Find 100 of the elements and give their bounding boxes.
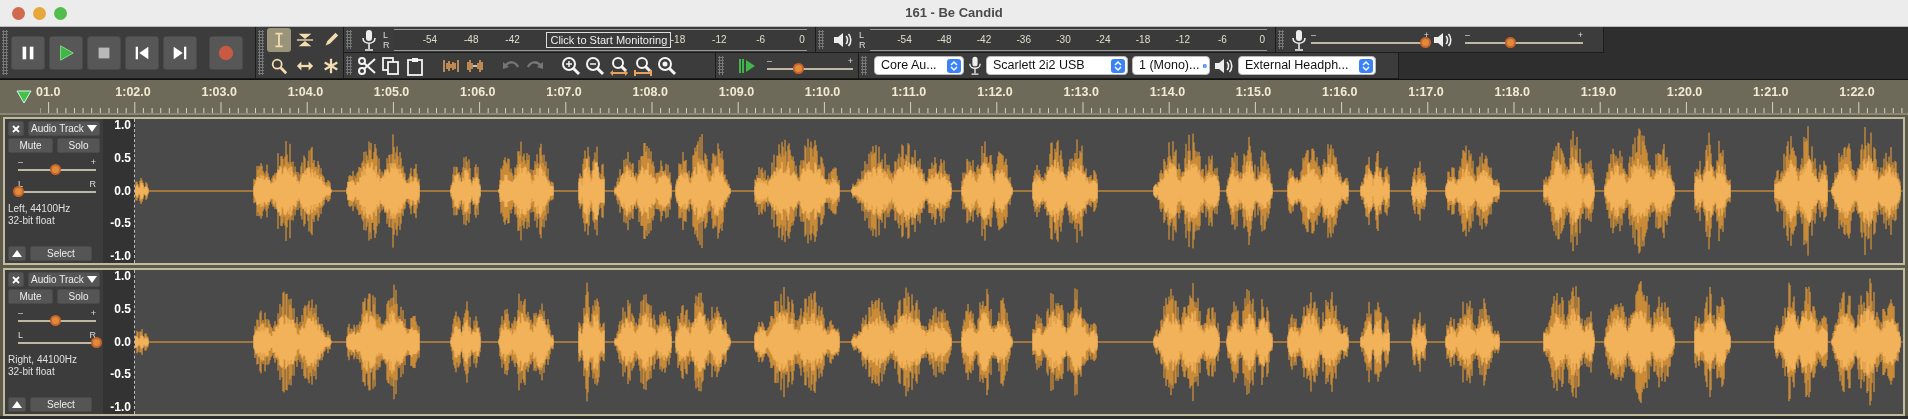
dropdown-arrow-icon <box>87 125 97 132</box>
toolbar-grip[interactable] <box>346 30 352 50</box>
zoom-out-icon <box>585 55 605 76</box>
skip-to-start-button[interactable] <box>125 35 159 70</box>
time-label: 1:06.0 <box>460 84 496 101</box>
time-label: 1:09.0 <box>718 84 755 101</box>
microphone-icon <box>968 56 982 76</box>
slider-label: + <box>90 157 96 167</box>
device-dropdown[interactable]: External Headph... <box>1238 56 1376 76</box>
meter-tick-label: 0 <box>1259 32 1265 47</box>
track-menu-button[interactable]: Audio Track <box>28 272 100 287</box>
track-info-text: Left, 44100Hz <box>8 203 72 215</box>
i-beam-tool-button[interactable] <box>267 27 291 52</box>
slider-label: R <box>89 179 96 189</box>
playback-speed-slider[interactable] <box>792 62 804 74</box>
zoom-fit-project-icon <box>633 55 653 76</box>
time-label: 1:17.0 <box>1408 84 1444 101</box>
toolbar-grip[interactable] <box>861 56 867 75</box>
record-icon <box>217 43 235 62</box>
meter-tick-label: -54 <box>422 32 438 47</box>
window-close-button[interactable] <box>12 7 25 20</box>
amplitude-label: -1.0 <box>110 250 131 263</box>
meter-tick-label: -12 <box>712 32 727 47</box>
close-track-button[interactable] <box>8 121 24 136</box>
chevron-icon <box>1111 58 1125 73</box>
mute-button[interactable]: Mute <box>8 138 54 153</box>
toolbar-grip[interactable] <box>718 56 724 75</box>
amplitude-label: -1.0 <box>110 401 131 414</box>
solo-button[interactable]: Solo <box>57 138 100 153</box>
collapse-arrow-icon <box>12 401 22 408</box>
device-dropdown[interactable]: 1 (Mono)... <box>1132 56 1210 76</box>
amplitude-label: 0.0 <box>114 184 131 198</box>
slider-label: L <box>18 179 23 189</box>
time-label: 1:16.0 <box>1322 84 1358 101</box>
dropdown-arrow-icon <box>87 276 97 283</box>
amplitude-label: 1.0 <box>114 119 131 132</box>
amplitude-label: 0.0 <box>114 335 131 349</box>
meter-tick-label: -48 <box>464 32 479 47</box>
meter-tick-label: -18 <box>670 32 686 47</box>
time-label: 1:11.0 <box>891 84 927 101</box>
play-button[interactable] <box>49 35 83 70</box>
start-monitoring-prompt[interactable]: Click to Start Monitoring <box>546 31 672 48</box>
gain-slider[interactable] <box>49 315 61 326</box>
toolbar-grip[interactable] <box>346 56 352 75</box>
channel-label: R <box>383 39 390 50</box>
toolbar-grip[interactable] <box>1278 30 1284 50</box>
zoom-fit-selection-icon <box>609 55 629 76</box>
time-label: 1:21.0 <box>1753 84 1789 101</box>
collapse-track-button[interactable] <box>8 397 26 412</box>
collapse-arrow-icon <box>12 250 22 257</box>
asterisk-icon <box>322 56 340 75</box>
clipboard-icon <box>405 55 425 76</box>
playhead-icon[interactable] <box>16 90 32 104</box>
pan-slider[interactable] <box>13 186 24 197</box>
meter-tick-label: -42 <box>505 32 520 47</box>
gain-slider[interactable] <box>49 164 61 175</box>
collapse-track-button[interactable] <box>8 246 26 261</box>
meter-tick-label: -30 <box>1056 32 1071 47</box>
amplitude-label: 1.0 <box>114 270 131 283</box>
record-button[interactable] <box>209 35 243 70</box>
device-dropdown[interactable]: Scarlett 2i2 USB <box>986 56 1128 76</box>
stop-button[interactable] <box>87 35 121 70</box>
meter-tick-label: 0 <box>799 32 805 47</box>
toolbar-grip[interactable] <box>258 30 264 75</box>
slider-label: R <box>89 330 96 340</box>
speaker-icon <box>833 30 853 49</box>
slider-label: + <box>1577 29 1583 40</box>
solo-button[interactable]: Solo <box>57 289 100 304</box>
zoom-toggle-icon <box>657 55 677 76</box>
slider-label: + <box>847 55 853 66</box>
track-menu-button[interactable]: Audio Track <box>28 121 100 136</box>
meter-tick-label: -42 <box>976 32 992 47</box>
time-label: 1:22.0 <box>1839 84 1875 101</box>
play-icon <box>57 43 75 62</box>
meter-tick-label: -24 <box>1096 32 1111 47</box>
close-track-button[interactable] <box>8 272 24 287</box>
device-dropdown[interactable]: Core Au... <box>874 56 964 76</box>
slider-label: + <box>1423 29 1429 40</box>
select-track-button[interactable]: Select <box>30 246 92 261</box>
slider-label: – <box>18 157 23 167</box>
skip-to-end-button[interactable] <box>163 35 197 70</box>
microphone-icon <box>1291 28 1307 51</box>
meter-tick-label: -12 <box>1175 32 1190 47</box>
recording-volume-slider[interactable] <box>1420 36 1432 48</box>
time-label: 1:03.0 <box>201 84 237 101</box>
playback-volume-slider[interactable] <box>1504 36 1516 48</box>
slider-label: – <box>1465 29 1470 40</box>
slider-label: + <box>90 308 96 318</box>
select-track-button[interactable]: Select <box>30 397 92 412</box>
time-label: 1:12.0 <box>977 84 1013 101</box>
time-label: 1:13.0 <box>1063 84 1099 101</box>
meter-tick-label: -54 <box>897 32 912 47</box>
mute-button[interactable]: Mute <box>8 289 54 304</box>
chevron-icon <box>1359 58 1373 73</box>
toolbar-grip[interactable] <box>818 30 824 50</box>
amplitude-label: 0.5 <box>114 302 131 316</box>
time-label: 1:18.0 <box>1494 84 1530 101</box>
toolbar-grip[interactable] <box>2 30 8 75</box>
pause-button[interactable] <box>11 35 45 70</box>
channel-label: R <box>859 39 866 50</box>
